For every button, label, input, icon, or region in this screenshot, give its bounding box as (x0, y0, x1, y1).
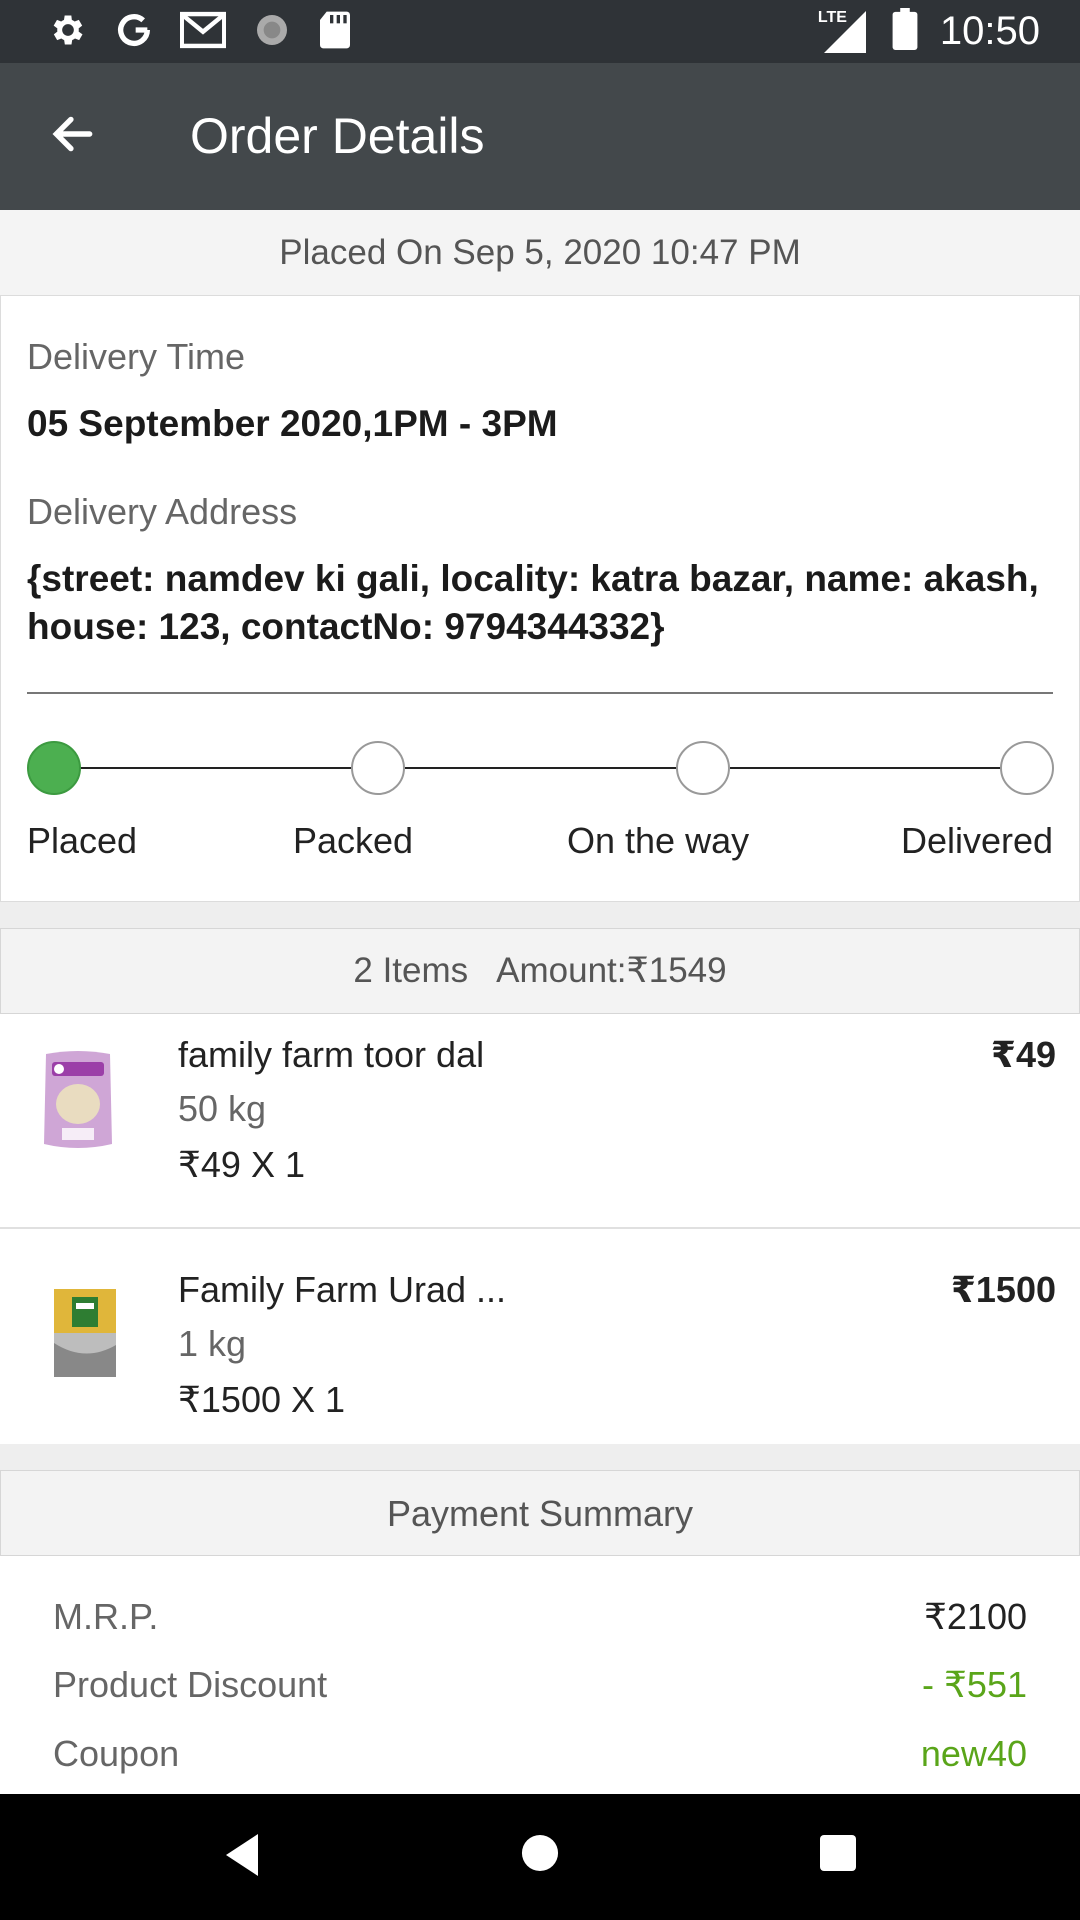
signal-icon: LTE (818, 9, 870, 55)
item-quantity: 50 kg (178, 1088, 267, 1129)
tracker-connector (80, 767, 352, 769)
coupon-label: Coupon (53, 1733, 180, 1774)
back-button[interactable] (40, 103, 106, 169)
tracker-step-label: Delivered (901, 820, 1054, 861)
payment-summary-header: Payment Summary (0, 1470, 1080, 1556)
item-quantity: 1 kg (178, 1323, 247, 1364)
coupon-value: new40 (920, 1733, 1027, 1774)
system-nav-bar (0, 1794, 1080, 1920)
network-type-label: LTE (817, 8, 847, 26)
delivery-address-label: Delivery Address (27, 491, 298, 532)
items-summary-bar: 2 Items Amount:₹1549 (0, 928, 1080, 1014)
app-bar: Order Details (0, 63, 1080, 210)
tracker-step-packed-dot (351, 741, 405, 795)
item-unit-price: ₹1500 X 1 (178, 1379, 346, 1420)
mrp-label: M.R.P. (53, 1596, 159, 1637)
list-item[interactable]: family farm toor dal 50 kg ₹49 X 1 ₹49 (0, 1014, 1080, 1227)
gear-icon (48, 10, 88, 55)
google-icon (114, 10, 154, 55)
tracker-connector (730, 767, 1002, 769)
nav-recents-icon[interactable] (820, 1835, 856, 1876)
battery-icon (892, 8, 918, 55)
item-total-price: ₹49 (990, 1034, 1056, 1075)
sync-icon (252, 10, 292, 55)
gmail-icon (179, 10, 227, 55)
arrow-left-icon (48, 109, 98, 164)
status-time: 10:50 (939, 9, 1040, 53)
tracker-step-label: On the way (567, 820, 750, 861)
delivery-address-value: {street: namdev ki gali, locality: katra… (27, 558, 1039, 647)
tracker-step-label: Packed (293, 820, 414, 861)
list-item[interactable]: Family Farm Urad ... 1 kg ₹1500 X 1 ₹150… (0, 1229, 1080, 1444)
order-details-screen: LTE 10:50 Order Details Placed On Sep 5,… (0, 0, 1080, 1920)
item-name: Family Farm Urad ... (178, 1269, 507, 1310)
sdcard-icon (318, 10, 352, 55)
nav-home-icon[interactable] (521, 1834, 559, 1877)
item-unit-price: ₹49 X 1 (178, 1144, 305, 1185)
tracker-step-placed-dot (27, 741, 81, 795)
nav-back-icon[interactable] (222, 1832, 262, 1883)
payment-summary-body: M.R.P. ₹2100 Product Discount - ₹551 Cou… (0, 1556, 1080, 1794)
tracker-connector (405, 767, 677, 769)
delivery-time-label: Delivery Time (27, 336, 246, 377)
page-title: Order Details (190, 108, 485, 164)
item-name: family farm toor dal (178, 1034, 485, 1075)
tracker-step-on-the-way-dot (676, 741, 730, 795)
items-amount: Amount:₹1549 (496, 951, 727, 990)
item-total-price: ₹1500 (950, 1269, 1056, 1310)
card-divider (27, 692, 1053, 694)
product-discount-value: - ₹551 (922, 1664, 1027, 1705)
status-bar: LTE 10:50 (0, 0, 1080, 63)
placed-on-text: Placed On Sep 5, 2020 10:47 PM (0, 210, 1080, 295)
items-count: 2 Items (353, 951, 469, 990)
tracker-step-delivered-dot (1000, 741, 1054, 795)
delivery-time-value: 05 September 2020,1PM - 3PM (27, 403, 558, 444)
product-image (50, 1283, 120, 1393)
product-discount-label: Product Discount (53, 1664, 328, 1705)
tracker-step-label: Placed (27, 820, 138, 861)
product-image (38, 1048, 118, 1158)
mrp-value: ₹2100 (924, 1596, 1027, 1637)
